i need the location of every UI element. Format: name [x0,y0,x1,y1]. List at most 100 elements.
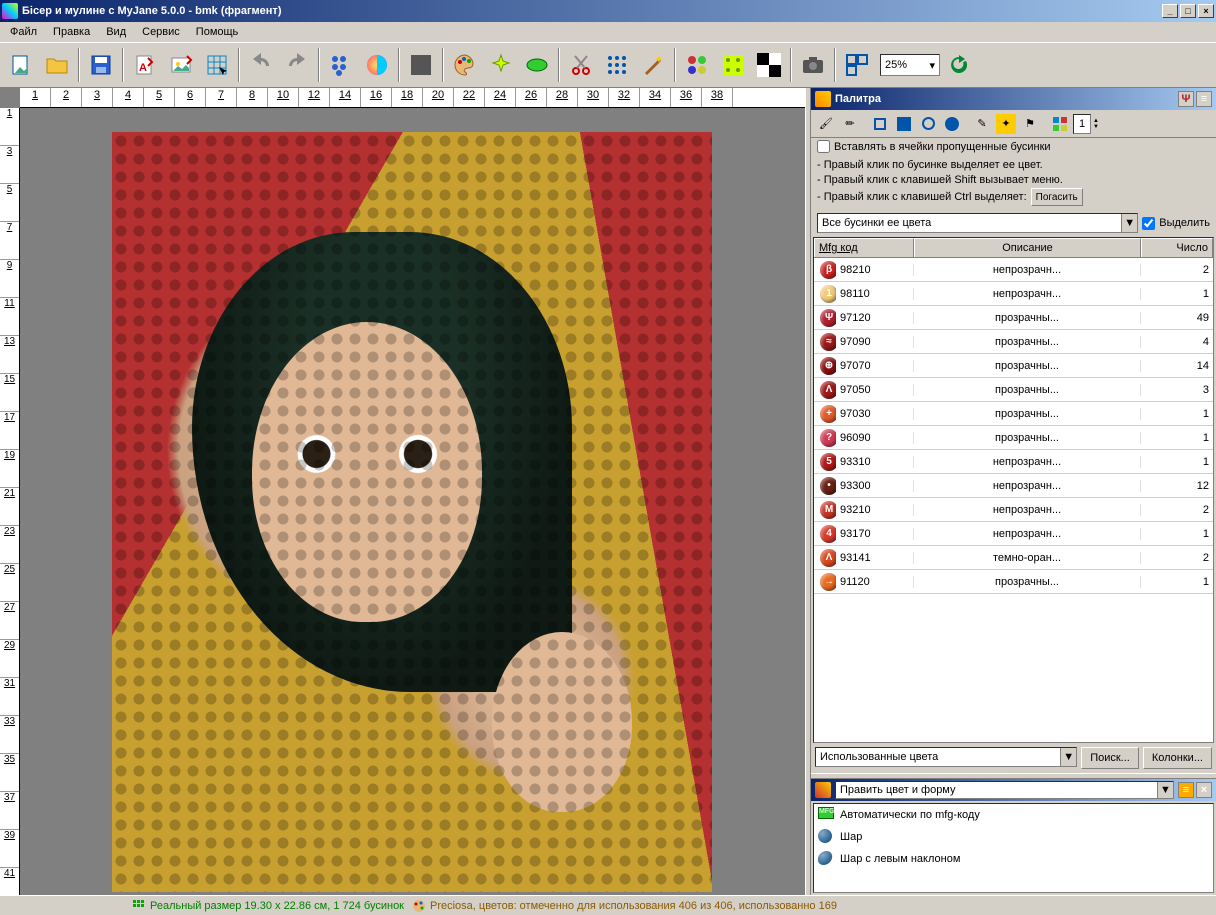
table-row[interactable]: β98210непрозрачн...2 [814,258,1213,282]
panel-menu-button[interactable]: ≡ [1196,91,1212,107]
hints-block: - Правый клик по бусинке выделяет ее цве… [811,155,1216,209]
horizontal-ruler: 12345678101214161820222426283032343638 [20,88,805,108]
palette-button[interactable] [448,48,482,82]
table-row[interactable]: •93300непрозрачн...12 [814,474,1213,498]
list-item[interactable]: MFGАвтоматически по mfg-коду [814,804,1213,826]
table-row[interactable]: M93210непрозрачн...2 [814,498,1213,522]
shape-circle-fill-icon[interactable] [941,113,963,135]
table-row[interactable]: ⊕97070прозрачны...14 [814,354,1213,378]
table-row[interactable]: Λ97050прозрачны...3 [814,378,1213,402]
beads-blue-button[interactable] [324,48,358,82]
table-row[interactable]: 493170непрозрачн...1 [814,522,1213,546]
window-title: Бісер и мулине с MyJane 5.0.0 - bmk (фра… [22,5,1162,17]
table-row[interactable]: 593310непрозрачн...1 [814,450,1213,474]
tool-pick-icon[interactable]: ✎ [971,113,993,135]
combo-text: Все бусинки ее цвета [822,217,931,229]
highlight-label: Выделить [1159,217,1210,229]
pattern-dots-button[interactable] [600,48,634,82]
close-button[interactable]: × [1198,4,1214,18]
pattern-yellow-button[interactable] [716,48,750,82]
minimize-button[interactable]: _ [1162,4,1178,18]
cut-button[interactable] [564,48,598,82]
undo-button[interactable] [244,48,278,82]
menu-service[interactable]: Сервис [134,24,188,40]
table-row[interactable]: ?96090прозрачны...1 [814,426,1213,450]
brush-a-icon[interactable]: 🖌 [815,113,837,135]
status-bar: Реальный размер 19.30 x 22.86 см, 1 724 … [0,895,1216,915]
layout-button[interactable] [840,48,874,82]
checkerboard-button[interactable] [752,48,786,82]
palette-toolbar: 🖌 ✏ ✎ ✦ ⚑ 1 ▲▼ [811,110,1216,138]
tool-grid-icon[interactable] [1049,113,1071,135]
palette-panel-title: Палитра Ψ ≡ [811,88,1216,110]
shape-panel-icon [815,782,831,798]
sparkle-button[interactable] [484,48,518,82]
shape-square-outline-icon[interactable] [869,113,891,135]
insert-missing-checkbox[interactable] [817,140,830,153]
hint-line: - Правый клик по бусинке выделяет ее цве… [817,158,1210,173]
table-row[interactable]: ≈97090прозрачны...4 [814,330,1213,354]
camera-button[interactable] [796,48,830,82]
table-row[interactable]: Λ93141темно-оран...2 [814,546,1213,570]
highlight-checkbox[interactable] [1142,217,1155,230]
grid-icon [132,899,146,913]
new-button[interactable] [4,48,38,82]
green-oval-button[interactable] [520,48,554,82]
menu-file[interactable]: Файл [2,24,45,40]
save-button[interactable] [84,48,118,82]
menu-help[interactable]: Помощь [188,24,247,40]
shape-bars-button[interactable]: ≡ [1178,782,1194,798]
main-toolbar: A 25%▾ [0,42,1216,88]
export-pdf-button[interactable]: A [128,48,162,82]
palette-footer: Использованные цвета ▼ Поиск... Колонки.… [811,743,1216,773]
shape-list: MFGАвтоматически по mfg-кодуШарШар с лев… [813,803,1214,893]
color-wheel-button[interactable] [360,48,394,82]
list-item[interactable]: Шар с левым наклоном [814,848,1213,870]
export-image-button[interactable] [164,48,198,82]
col-count[interactable]: Число [1141,238,1213,257]
menu-edit[interactable]: Правка [45,24,98,40]
col-desc[interactable]: Описание [914,238,1141,257]
tool-highlight-icon[interactable]: ✦ [995,113,1017,135]
refresh-button[interactable] [942,48,976,82]
table-row[interactable]: +97030прозрачны...1 [814,402,1213,426]
workspace: 12345678101214161820222426283032343638 1… [0,88,1216,895]
zoom-value: 25% [885,59,907,71]
tool-flag-icon[interactable]: ⚑ [1019,113,1041,135]
shape-close-button[interactable]: × [1196,782,1212,798]
bead-canvas[interactable] [112,132,712,892]
table-row[interactable]: Ψ97120прозрачны...49 [814,306,1213,330]
menu-view[interactable]: Вид [98,24,134,40]
brush-b-icon[interactable]: ✏ [839,113,861,135]
table-body: β98210непрозрачн...2198110непрозрачн...1… [814,258,1213,742]
grid-select-button[interactable] [200,48,234,82]
list-item[interactable]: Шар [814,826,1213,848]
shape-square-fill-icon[interactable] [893,113,915,135]
panel-psi-button[interactable]: Ψ [1178,91,1194,107]
shape-circle-outline-icon[interactable] [917,113,939,135]
title-bar: Бісер и мулине с MyJane 5.0.0 - bmk (фра… [0,0,1216,22]
current-color-button[interactable] [404,48,438,82]
status-size: Реальный размер 19.30 x 22.86 см, 1 724 … [132,899,404,913]
wand-button[interactable] [636,48,670,82]
shape-panel-combo[interactable]: Править цвет и форму ▼ [835,781,1174,799]
canvas-pane: 12345678101214161820222426283032343638 1… [0,88,805,895]
selection-mode-combo[interactable]: Все бусинки ее цвета ▼ [817,213,1138,233]
zoom-combo[interactable]: 25%▾ [880,54,940,76]
beads-multi-button[interactable] [680,48,714,82]
right-panel: Палитра Ψ ≡ 🖌 ✏ ✎ ✦ ⚑ 1 ▲▼ Вставлять в [811,88,1216,895]
table-row[interactable]: 198110непрозрачн...1 [814,282,1213,306]
spinner[interactable]: ▲▼ [1093,118,1103,130]
clear-highlight-button[interactable]: Погасить [1031,188,1083,206]
maximize-button[interactable]: □ [1180,4,1196,18]
open-button[interactable] [40,48,74,82]
columns-button[interactable]: Колонки... [1143,747,1212,769]
filter-combo[interactable]: Использованные цвета ▼ [815,747,1077,767]
search-button[interactable]: Поиск... [1081,747,1139,769]
combo-text: Использованные цвета [820,751,938,763]
insert-missing-label: Вставлять в ячейки пропущенные бусинки [834,141,1051,153]
table-row[interactable]: →91120прозрачны...1 [814,570,1213,594]
toolbar-count[interactable]: 1 [1073,114,1091,134]
col-mfg[interactable]: Mfg код [814,238,914,257]
redo-button[interactable] [280,48,314,82]
